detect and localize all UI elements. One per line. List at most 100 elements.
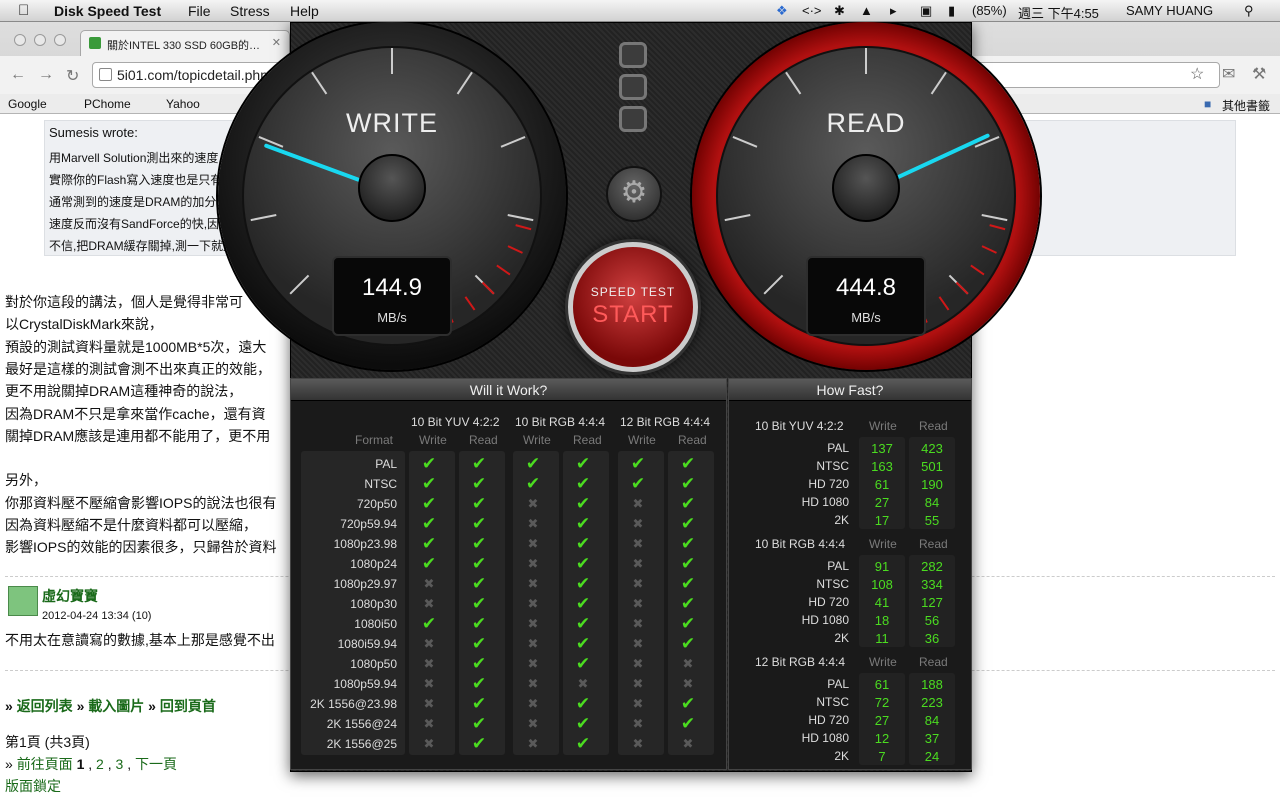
how-fast-group-header: 10 Bit RGB 4:4:4: [755, 537, 846, 551]
menu-file[interactable]: File: [188, 3, 211, 19]
menu-help[interactable]: Help: [290, 3, 319, 19]
group-header: 10 Bit YUV 4:2:2: [411, 415, 500, 429]
format-label: 1080i59.94: [337, 637, 397, 651]
app-menu[interactable]: Disk Speed Test: [54, 3, 161, 19]
other-bookmarks[interactable]: 其他書籤: [1222, 97, 1270, 114]
bookmark-yahoo[interactable]: Yahoo: [166, 97, 200, 111]
speed-test-start-button[interactable]: SPEED TEST START: [568, 242, 698, 372]
write-redline-tick: [481, 281, 495, 295]
cross-icon: ✖: [527, 696, 539, 711]
write-col-label: Write: [523, 433, 551, 447]
dropbox-icon[interactable]: ❖: [776, 3, 788, 19]
format-label: PAL: [375, 457, 397, 471]
post-line: 以CrystalDiskMark來說，: [5, 316, 163, 333]
write-speed-value: 41: [874, 595, 890, 610]
wifi-icon[interactable]: ▲: [860, 3, 873, 18]
zoom-window-button[interactable]: [54, 34, 66, 46]
page-link[interactable]: 3: [116, 756, 124, 772]
check-icon: ✔: [421, 514, 437, 533]
reply-user[interactable]: 虛幻寶寶: [42, 586, 98, 606]
apple-menu-icon[interactable]: : [18, 2, 29, 19]
input-method-icon[interactable]: ▣: [920, 3, 932, 19]
check-icon: ✔: [680, 534, 696, 553]
read-tick: [763, 274, 784, 295]
how-fast-panel: How Fast? 10 Bit YUV 4:2:2 Write Read PAL 13…: [728, 378, 972, 770]
read-tick: [785, 71, 802, 95]
write-redline-tick: [464, 296, 476, 311]
write-speed-value: 11: [875, 631, 889, 646]
bluetooth-icon[interactable]: ✱: [834, 3, 845, 19]
goto-page-link[interactable]: 前往頁面: [17, 756, 73, 772]
format-label: 1080p30: [350, 597, 397, 611]
check-icon: ✔: [575, 534, 591, 553]
format-label: 720p59.94: [340, 517, 397, 531]
minimize-window-button[interactable]: [34, 34, 46, 46]
bookmark-pchome[interactable]: PChome: [84, 97, 131, 111]
write-tick: [250, 214, 277, 222]
write-col-label: Write: [869, 655, 897, 669]
check-icon: ✔: [471, 614, 487, 633]
check-icon: ✔: [680, 574, 696, 593]
check-icon: ✔: [680, 614, 696, 633]
cross-icon: ✖: [423, 716, 435, 731]
check-icon: ✔: [630, 454, 646, 473]
check-icon: ✔: [471, 594, 487, 613]
volume-icon[interactable]: ▸: [890, 3, 897, 19]
clock[interactable]: 週三 下午4:55: [1018, 3, 1099, 22]
settings-gear-icon[interactable]: ⚙: [606, 166, 662, 222]
read-speed-value: 37: [924, 731, 940, 746]
wrench-icon[interactable]: ⚒: [1252, 64, 1266, 84]
cross-icon: ✖: [682, 736, 694, 751]
write-speed-value: 17: [874, 513, 890, 528]
reload-icon[interactable]: ↻: [66, 66, 79, 86]
read-speed-value: 127: [921, 595, 943, 610]
check-icon: ✔: [471, 554, 487, 573]
avatar[interactable]: [8, 586, 38, 616]
page-link[interactable]: 2: [96, 756, 104, 772]
favicon-icon: [89, 37, 101, 49]
check-icon: ✔: [421, 554, 437, 573]
check-icon: ✔: [471, 474, 487, 493]
read-readout: 444.8 MB/s: [806, 256, 926, 336]
check-icon: ✔: [630, 474, 646, 493]
write-col-label: Write: [869, 537, 897, 551]
window-control-button[interactable]: [619, 42, 647, 68]
cross-icon: ✖: [632, 736, 644, 751]
format-label: 1080p23.98: [333, 537, 397, 551]
back-icon[interactable]: ←: [10, 66, 26, 84]
check-icon: ✔: [575, 514, 591, 533]
cross-icon: ✖: [632, 696, 644, 711]
quote-author: Sumesis wrote:: [49, 125, 138, 140]
post-line: 更不用說關掉DRAM這種神奇的說法，: [5, 383, 243, 400]
cross-icon: ✖: [632, 496, 644, 511]
resolution-label: PAL: [827, 441, 849, 455]
bookmark-google[interactable]: Google: [8, 97, 47, 111]
read-redline-tick: [970, 264, 985, 276]
close-window-button[interactable]: [14, 34, 26, 46]
how-fast-title: How Fast?: [729, 379, 971, 401]
read-tick: [981, 214, 1008, 222]
check-icon: ✔: [680, 594, 696, 613]
gmail-icon[interactable]: ✉: [1222, 64, 1235, 84]
cross-icon: ✖: [632, 656, 644, 671]
check-icon: ✔: [471, 654, 487, 673]
lock-board-link[interactable]: 版面鎖定: [5, 776, 61, 796]
read-col-label: Read: [919, 537, 948, 551]
write-speed-value: 12: [874, 731, 890, 746]
bookmark-star-icon[interactable]: ☆: [1190, 64, 1204, 84]
sync-icon[interactable]: <·>: [802, 3, 822, 18]
menu-stress[interactable]: Stress: [230, 3, 270, 19]
window-control-button[interactable]: [619, 106, 647, 132]
back-to-top-link[interactable]: 回到頁首: [160, 698, 216, 714]
cross-icon: ✖: [632, 576, 644, 591]
user-name[interactable]: SAMY HUANG: [1126, 3, 1213, 18]
next-page-link[interactable]: 下一頁: [135, 756, 177, 772]
battery-icon[interactable]: ▮: [948, 3, 955, 19]
resolution-label: HD 720: [808, 477, 849, 491]
spotlight-search-icon[interactable]: ⚲: [1244, 3, 1254, 19]
back-to-list-link[interactable]: 返回列表: [17, 698, 73, 714]
load-images-link[interactable]: 載入圖片: [88, 698, 144, 714]
forward-icon[interactable]: →: [38, 66, 54, 84]
cross-icon: ✖: [527, 616, 539, 631]
window-control-button[interactable]: [619, 74, 647, 100]
